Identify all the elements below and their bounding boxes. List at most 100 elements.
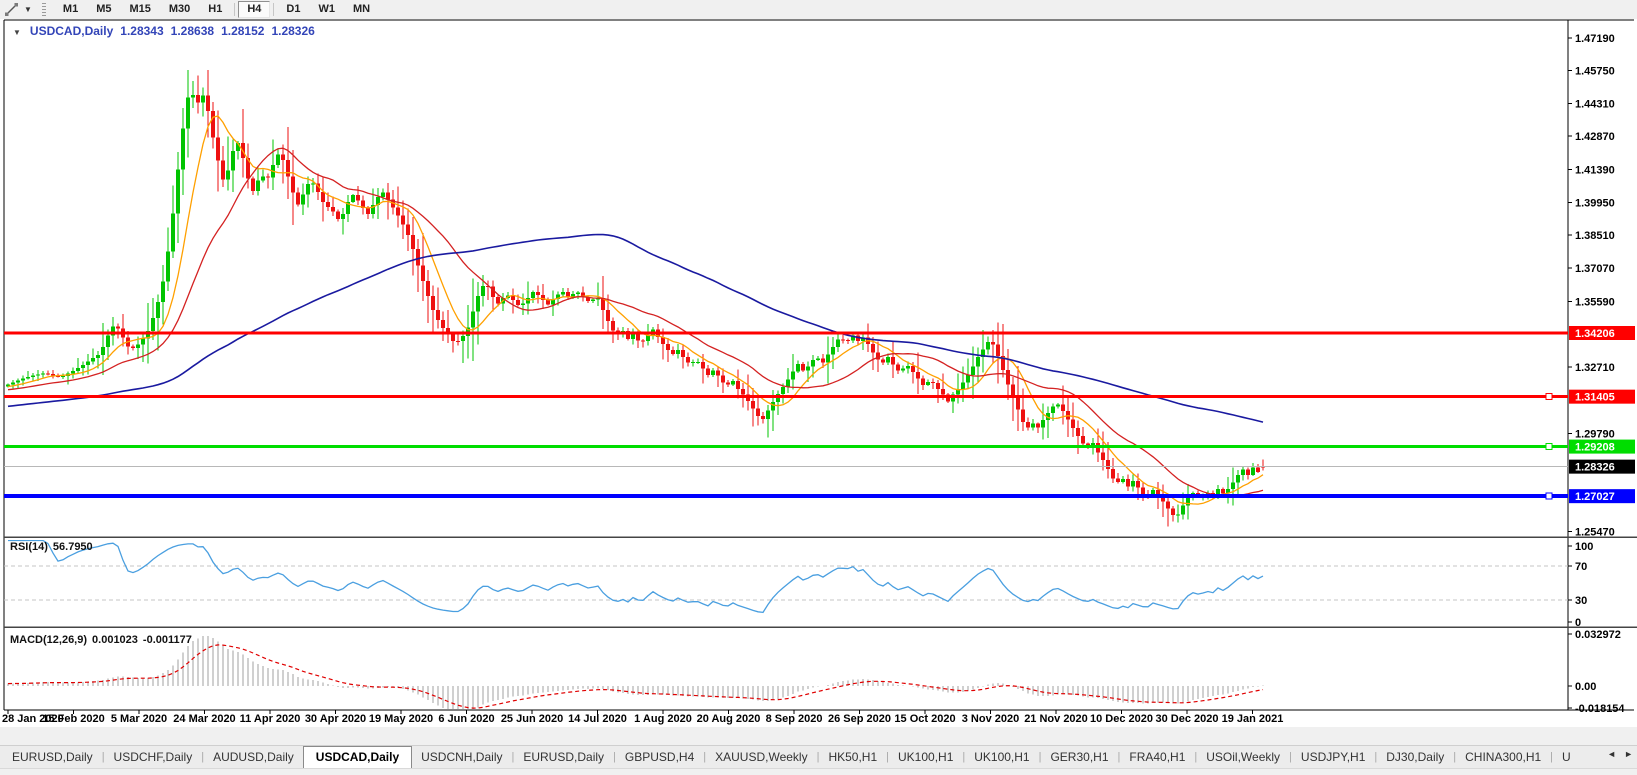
mt4-window: { "toolbar": { "timeframes": ["M1","M5",… [0,0,1637,775]
timeframe-m1[interactable]: M1 [54,1,87,18]
symbol-tabbar: EURUSD,Daily | USDCHF,Daily | AUDUSD,Daily US… [0,745,1637,768]
date-label: 21 Nov 2020 [1024,713,1088,725]
hline-price-text-1.27027: 1.27027 [1575,491,1615,503]
tab-u[interactable]: U [1553,747,1580,767]
line-tool-dropdown-icon[interactable]: ▼ [24,5,32,14]
date-label: 11 Apr 2020 [240,713,301,725]
tab-usoil-weekly[interactable]: USOil,Weekly [1197,747,1289,767]
price-tick-1.39950: 1.39950 [1575,197,1615,209]
macd-scale--0.018154: -0.018154 [1575,703,1625,715]
price-tick-1.29790: 1.29790 [1575,428,1615,440]
rsi-value: 56.7950 [52,541,93,553]
date-label: 3 Nov 2020 [962,713,1019,725]
tab-eurusd-daily[interactable]: EURUSD,Daily [3,747,102,767]
tab-scroll-left-icon[interactable]: ◄ [1607,749,1616,759]
timeframe-mn[interactable]: MN [344,1,379,18]
timeframe-h1[interactable]: H1 [199,1,231,18]
price-tick-1.44310: 1.44310 [1575,98,1615,110]
chart-dropdown-icon[interactable]: ▼ [13,28,21,37]
price-tick-1.41390: 1.41390 [1575,165,1615,177]
price-tick-1.25470: 1.25470 [1575,527,1615,539]
rsi-name: RSI(14) [10,541,48,553]
date-label: 15 Feb 2020 [42,713,104,725]
ohlc-close: 1.28326 [271,24,315,38]
timeframe-w1[interactable]: W1 [309,1,344,18]
tab-hk50-h1[interactable]: HK50,H1 [819,747,886,767]
timeframe-toolbar: ▼ M1 M5 M15 M30 H1 H4 D1 W1 MN [0,0,1637,19]
tab-scroll-arrows: ◄ ► [1601,749,1633,759]
price-tick-1.38510: 1.38510 [1575,230,1615,242]
line-tool-icon[interactable] [4,2,19,17]
tab-uk100-h1[interactable]: UK100,H1 [965,747,1038,767]
tab-uk100-h1[interactable]: UK100,H1 [889,747,962,767]
tab-xauusd-weekly[interactable]: XAUUSD,Weekly [706,747,816,767]
hline-price-text-1.31405: 1.31405 [1575,392,1615,404]
date-label: 8 Sep 2020 [766,713,823,725]
date-label: 30 Dec 2020 [1156,713,1219,725]
ohlc-low: 1.28152 [221,24,265,38]
price-tick-1.35590: 1.35590 [1575,297,1615,309]
hline-price-text-1.34206: 1.34206 [1575,328,1615,340]
price-tick-1.42870: 1.42870 [1575,131,1615,143]
chart-symbol-label: USDCAD,Daily [29,24,114,38]
macd-scale-0.00: 0.00 [1575,681,1596,693]
price-tick-1.37070: 1.37070 [1575,263,1615,275]
timeframe-m5[interactable]: M5 [87,1,120,18]
chart-title[interactable]: ▼ USDCAD,Daily 1.28343 1.28638 1.28152 1.2832… [9,24,315,38]
date-label: 26 Sep 2020 [828,713,891,725]
rsi-scale-70: 70 [1575,561,1587,573]
timeframe-m15[interactable]: M15 [120,1,159,18]
timeframe-h4[interactable]: H4 [238,1,271,18]
date-label: 15 Oct 2020 [894,713,955,725]
date-label: 14 Jul 2020 [568,713,627,725]
macd-signal-value: -0.001177 [142,634,192,646]
ohlc-high: 1.28638 [170,24,215,38]
tab-china300-h1[interactable]: CHINA300,H1 [1456,747,1550,767]
date-label: 1 Aug 2020 [634,713,692,725]
tab-ger30-h1[interactable]: GER30,H1 [1041,747,1117,767]
tab-fra40-h1[interactable]: FRA40,H1 [1120,747,1194,767]
date-axis: 28 Jan 202015 Feb 2020 5 Mar 2020 24 Mar 2… [2,710,1283,725]
hline-price-text-1.29208: 1.29208 [1575,442,1615,454]
tab-usdcnh-daily[interactable]: USDCNH,Daily [412,747,511,767]
toolbar-grip[interactable] [41,3,46,16]
ohlc-open: 1.28343 [120,24,164,38]
date-label: 19 May 2020 [369,713,433,725]
price-tick-1.47190: 1.47190 [1575,33,1615,45]
timeframe-m30[interactable]: M30 [160,1,199,18]
tab-eurusd-daily[interactable]: EURUSD,Daily [514,747,613,767]
date-label: 5 Mar 2020 [111,713,167,725]
hline-handle[interactable] [1545,443,1553,451]
tab-gbpusd-h4[interactable]: GBPUSD,H4 [616,747,703,767]
rsi-indicator-label: RSI(14) 56.7950 [10,541,98,553]
timeframe-d1[interactable]: D1 [277,1,309,18]
date-label: 6 Jun 2020 [438,713,494,725]
tab-usdjpy-h1[interactable]: USDJPY,H1 [1292,747,1374,767]
toolbar-separator [234,3,236,16]
tab-usdcad-daily[interactable]: USDCAD,Daily [302,746,413,768]
current-price-text: 1.28326 [1575,462,1615,474]
tab-dj30-daily[interactable]: DJ30,Daily [1377,747,1453,767]
price-tick-1.32710: 1.32710 [1575,362,1615,374]
date-label: 30 Apr 2020 [305,713,366,725]
macd-scale-0.032972: 0.032972 [1575,629,1621,641]
rsi-scale-0: 0 [1575,617,1581,629]
macd-name: MACD(12,26,9) [10,634,88,646]
hline-handle[interactable] [1545,492,1553,500]
timeframe-buttons: M1 M5 M15 M30 H1 H4 D1 W1 MN [54,1,379,18]
date-label: 25 Jun 2020 [501,713,563,725]
macd-indicator-label: MACD(12,26,9) 0.001023 -0.001177 [10,634,197,646]
hline-handle[interactable] [1545,393,1553,401]
rsi-scale-30: 30 [1575,595,1587,607]
date-label: 10 Dec 2020 [1090,713,1153,725]
macd-main-value: 0.001023 [92,634,138,646]
date-label: 24 Mar 2020 [173,713,235,725]
tab-audusd-daily[interactable]: AUDUSD,Daily [204,747,303,767]
date-label: 20 Aug 2020 [697,713,761,725]
chart-canvas[interactable]: 1.47190 1.45750 1.44310 1.42870 1.41390 1.399… [0,0,1637,745]
tab-usdchf-daily[interactable]: USDCHF,Daily [105,747,202,767]
price-tick-1.45750: 1.45750 [1575,66,1615,78]
date-label: 19 Jan 2021 [1222,713,1284,725]
rsi-scale-100: 100 [1575,541,1593,553]
tab-scroll-right-icon[interactable]: ► [1624,749,1633,759]
